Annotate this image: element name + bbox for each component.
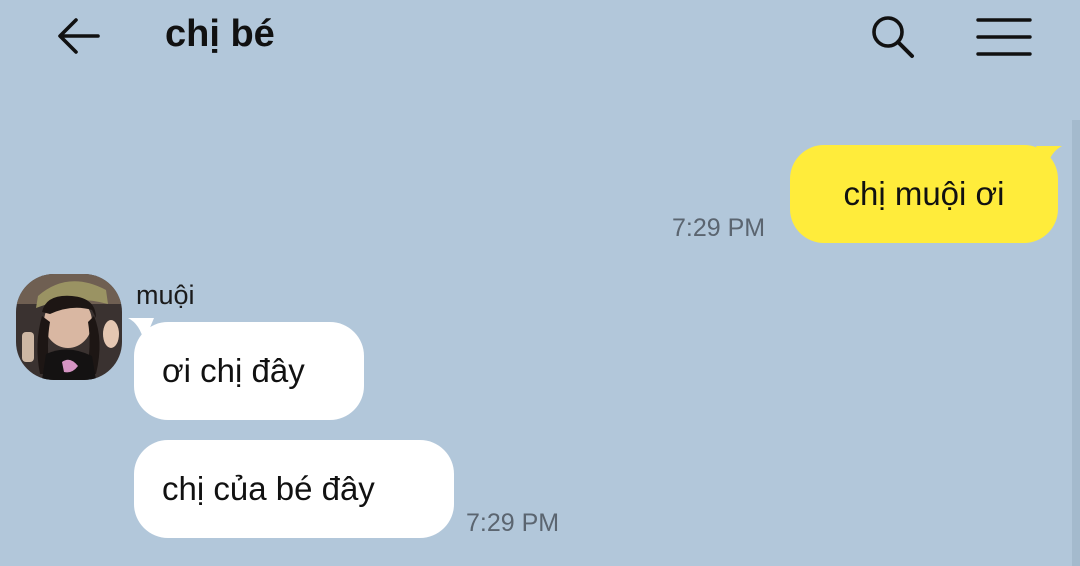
back-button[interactable] (50, 8, 106, 64)
chat-screen: chị bé 7:29 PM chị muội ơi muội ơi chị đ… (0, 0, 1080, 566)
search-button[interactable] (862, 6, 924, 68)
message-timestamp: 7:29 PM (672, 214, 766, 242)
search-icon (872, 16, 914, 58)
message-text: chị muội ơi (843, 175, 1005, 212)
page-title: chị bé (165, 13, 275, 55)
incoming-message-bubble[interactable]: chị của bé đây (134, 440, 454, 538)
message-text: ơi chị đây (162, 352, 305, 389)
scrollbar-track[interactable] (1072, 120, 1080, 566)
hamburger-menu-icon (976, 18, 1032, 56)
incoming-message-bubble[interactable]: ơi chị đây (134, 322, 364, 420)
menu-button[interactable] (972, 6, 1036, 68)
avatar-photo (16, 274, 122, 380)
chat-header: chị bé (0, 0, 1080, 72)
avatar[interactable] (16, 274, 122, 380)
sender-name: muội (136, 280, 195, 310)
outgoing-message-bubble[interactable]: chị muội ơi (790, 145, 1058, 243)
message-timestamp: 7:29 PM (466, 509, 560, 537)
message-text: chị của bé đây (162, 470, 375, 507)
arrow-left-icon (58, 18, 100, 54)
